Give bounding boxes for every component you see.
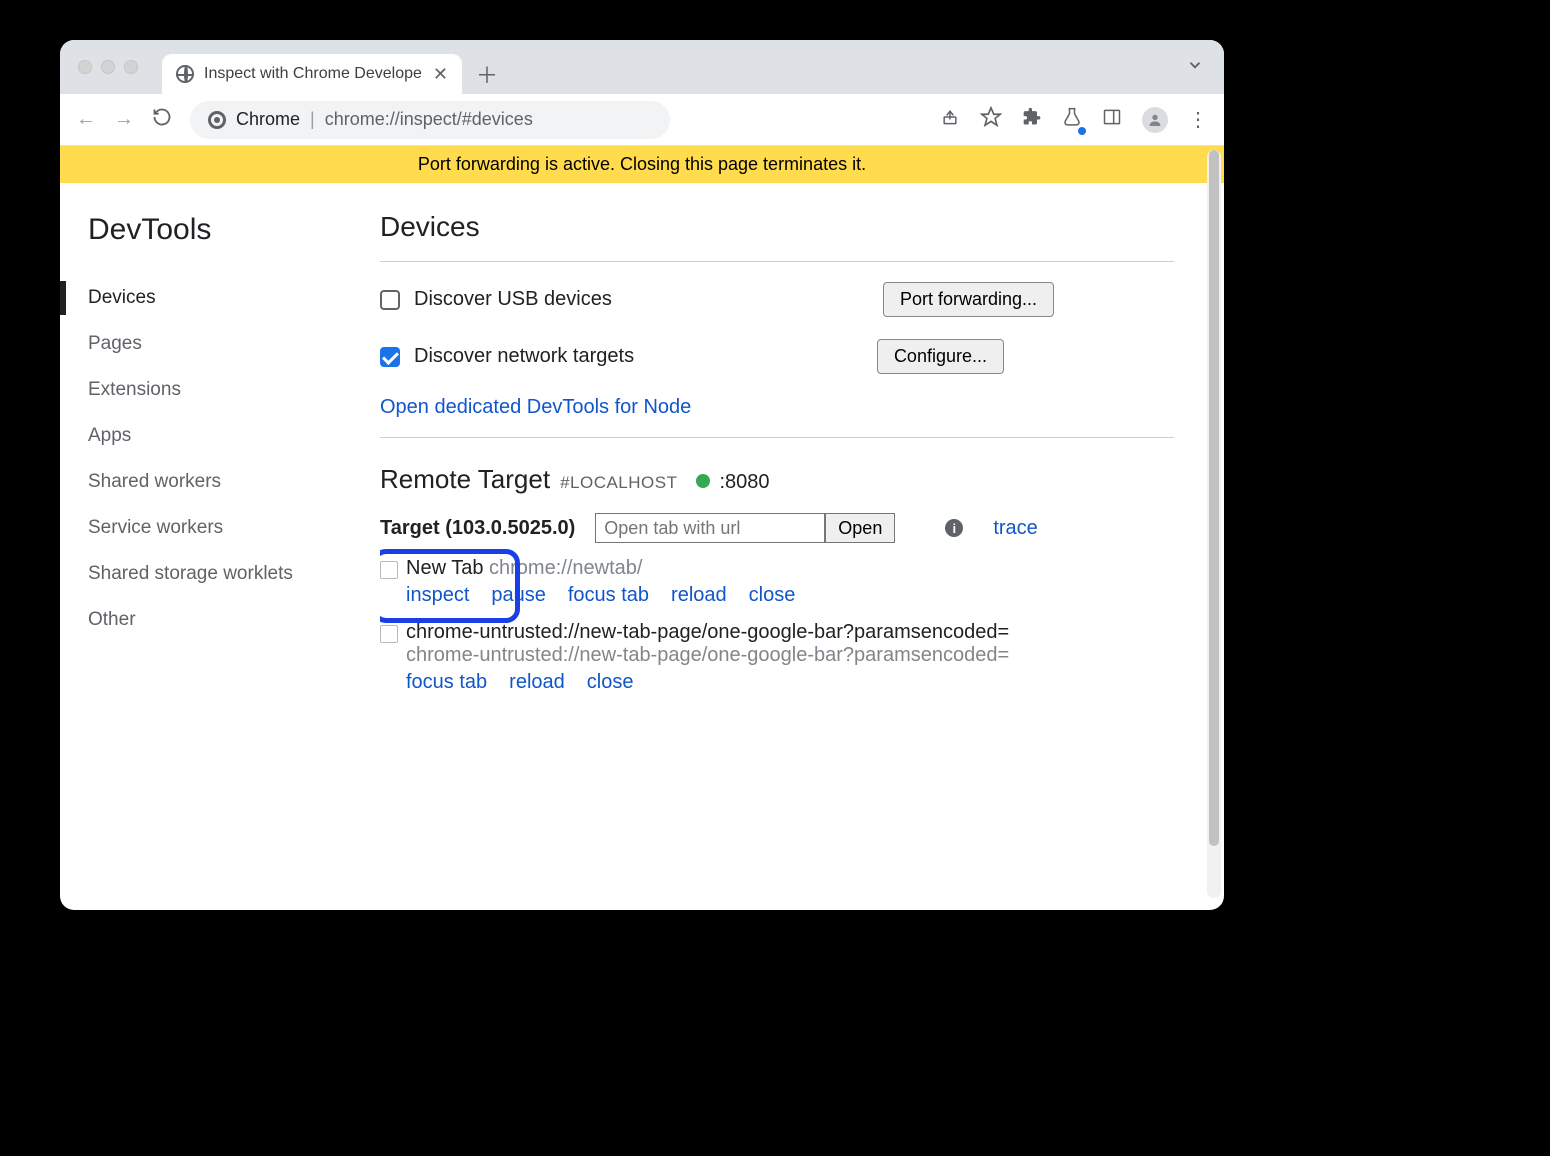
action-focus-tab[interactable]: focus tab — [568, 584, 649, 607]
target-entry: New Tab chrome://newtab/inspect pause focu… — [380, 557, 1174, 607]
action-close[interactable]: close — [749, 584, 796, 607]
vertical-scrollbar[interactable] — [1207, 150, 1221, 898]
main-panel: Devices Discover USB devices Port forwar… — [380, 183, 1224, 910]
trace-link[interactable]: trace — [993, 517, 1037, 540]
browser-toolbar: ← → Chrome | chrome://inspect/#devices — [60, 94, 1224, 146]
close-window-button[interactable] — [78, 60, 92, 74]
bookmark-icon[interactable] — [980, 106, 1002, 134]
remote-port: :8080 — [720, 471, 770, 494]
window-controls — [78, 60, 138, 74]
tabs-dropdown-button[interactable] — [1186, 56, 1204, 79]
action-inspect[interactable]: inspect — [406, 584, 469, 607]
back-button[interactable]: ← — [76, 108, 96, 131]
entry-checkbox[interactable] — [380, 561, 398, 579]
discover-network-label: Discover network targets — [414, 345, 634, 368]
discover-usb-row: Discover USB devices Port forwarding... — [380, 282, 1174, 317]
omnibox-separator: | — [310, 109, 315, 130]
sidepanel-icon[interactable] — [1102, 107, 1122, 133]
configure-button[interactable]: Configure... — [877, 339, 1004, 374]
omnibox-prefix: Chrome — [236, 109, 300, 130]
new-tab-button[interactable]: ＋ — [476, 58, 498, 90]
close-tab-button[interactable]: ✕ — [433, 64, 448, 85]
page-content: Port forwarding is active. Closing this … — [60, 146, 1224, 910]
entry-title-line: New Tab chrome://newtab/ — [406, 557, 795, 580]
minimize-window-button[interactable] — [101, 60, 115, 74]
browser-window: Inspect with Chrome Develope ✕ ＋ ← → Chr… — [60, 40, 1224, 910]
entry-checkbox[interactable] — [380, 625, 398, 643]
action-reload[interactable]: reload — [671, 584, 727, 607]
info-icon[interactable]: i — [945, 519, 963, 537]
target-row: Target (103.0.5025.0) Open i trace — [380, 513, 1174, 543]
page-title: Devices — [380, 211, 1174, 243]
omnibox-url: chrome://inspect/#devices — [325, 109, 533, 130]
action-close[interactable]: close — [587, 671, 634, 694]
discover-network-row: Discover network targets Configure... — [380, 339, 1174, 374]
reload-button[interactable] — [152, 107, 172, 133]
port-forwarding-button[interactable]: Port forwarding... — [883, 282, 1054, 317]
discover-usb-label: Discover USB devices — [414, 288, 612, 311]
chrome-icon — [208, 111, 226, 129]
target-entry: chrome-untrusted://new-tab-page/one-goog… — [380, 621, 1174, 694]
open-node-devtools-link[interactable]: Open dedicated DevTools for Node — [380, 396, 691, 418]
port-forwarding-banner: Port forwarding is active. Closing this … — [60, 146, 1224, 183]
maximize-window-button[interactable] — [124, 60, 138, 74]
remote-target-title: Remote Target — [380, 464, 550, 495]
scrollbar-thumb[interactable] — [1209, 150, 1219, 846]
sidebar-item-devices[interactable]: Devices — [88, 275, 380, 321]
sidebar-item-pages[interactable]: Pages — [88, 321, 380, 367]
window-titlebar: Inspect with Chrome Develope ✕ ＋ — [60, 40, 1224, 94]
open-tab-url-input[interactable] — [595, 513, 825, 543]
action-pause[interactable]: pause — [491, 584, 546, 607]
profile-avatar[interactable] — [1142, 107, 1168, 133]
entry-url-grey: chrome-untrusted://new-tab-page/one-goog… — [406, 644, 1009, 667]
sidebar-item-shared-storage-worklets[interactable]: Shared storage worklets — [88, 551, 380, 597]
sidebar-item-service-workers[interactable]: Service workers — [88, 505, 380, 551]
divider — [380, 261, 1174, 262]
tab-title: Inspect with Chrome Develope — [204, 65, 423, 83]
share-icon[interactable] — [940, 107, 960, 133]
sidebar-item-other[interactable]: Other — [88, 597, 380, 643]
status-dot-icon — [696, 474, 710, 488]
action-reload[interactable]: reload — [509, 671, 565, 694]
action-focus-tab[interactable]: focus tab — [406, 671, 487, 694]
entry-title-line: chrome-untrusted://new-tab-page/one-goog… — [406, 621, 1009, 644]
discover-network-checkbox[interactable] — [380, 347, 400, 367]
menu-button[interactable]: ⋮ — [1188, 107, 1208, 132]
sidebar-title: DevTools — [88, 213, 380, 247]
open-tab-button[interactable]: Open — [825, 513, 895, 543]
address-bar[interactable]: Chrome | chrome://inspect/#devices — [190, 101, 670, 139]
remote-host-label: #LOCALHOST — [560, 473, 677, 493]
sidebar: DevTools DevicesPagesExtensionsAppsShare… — [60, 183, 380, 910]
discover-usb-checkbox[interactable] — [380, 290, 400, 310]
sidebar-item-shared-workers[interactable]: Shared workers — [88, 459, 380, 505]
forward-button[interactable]: → — [114, 108, 134, 131]
browser-tab[interactable]: Inspect with Chrome Develope ✕ — [162, 54, 462, 94]
extensions-icon[interactable] — [1022, 107, 1042, 133]
labs-icon[interactable] — [1062, 107, 1082, 133]
sidebar-item-extensions[interactable]: Extensions — [88, 367, 380, 413]
sidebar-item-apps[interactable]: Apps — [88, 413, 380, 459]
remote-target-header: Remote Target #LOCALHOST :8080 — [380, 464, 1174, 495]
globe-icon — [176, 65, 194, 83]
divider — [380, 437, 1174, 438]
target-label: Target (103.0.5025.0) — [380, 517, 575, 540]
